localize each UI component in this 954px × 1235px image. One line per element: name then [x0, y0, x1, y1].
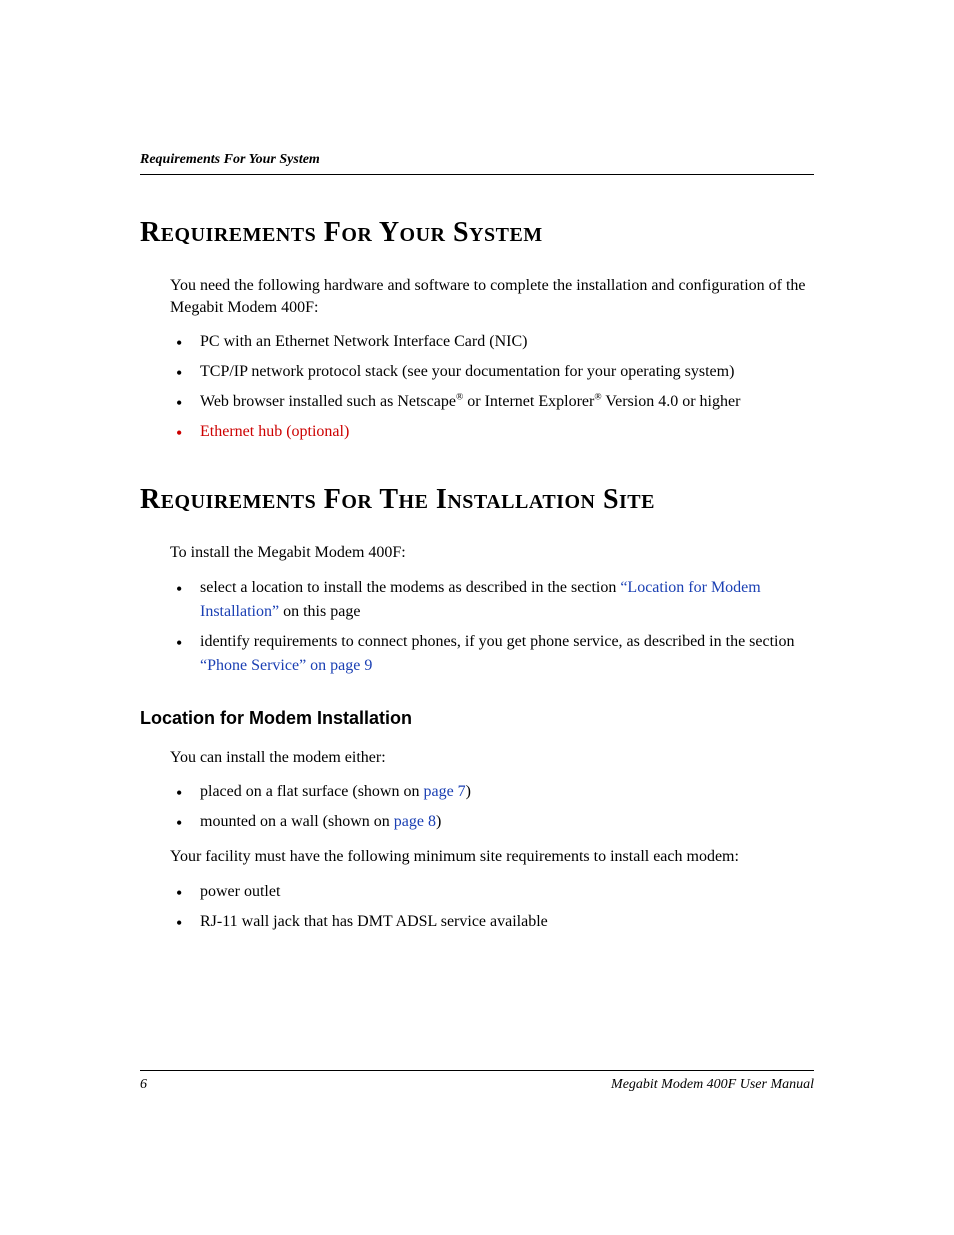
list-item-text: mounted on a wall (shown on	[200, 813, 394, 830]
section-requirements-system: Requirements For Your System You need th…	[140, 217, 814, 444]
bullet-list-site: select a location to install the modems …	[140, 576, 814, 678]
list-item: mounted on a wall (shown on page 8)	[200, 810, 814, 834]
intro-paragraph: You need the following hardware and soft…	[140, 275, 814, 318]
list-item-text: )	[466, 783, 471, 800]
cross-ref-link[interactable]: “Phone Service” on page 9	[200, 657, 372, 674]
list-item: RJ-11 wall jack that has DMT ADSL servic…	[200, 910, 814, 934]
subheading-location: Location for Modem Installation	[140, 708, 814, 729]
body-paragraph: You can install the modem either:	[140, 747, 814, 769]
list-item-text: Web browser installed such as Netscape	[200, 393, 456, 410]
section-requirements-site: Requirements For The Installation Site T…	[140, 484, 814, 934]
bullet-list-system: PC with an Ethernet Network Interface Ca…	[140, 330, 814, 444]
list-item: TCP/IP network protocol stack (see your …	[200, 360, 814, 384]
list-item-text: identify requirements to connect phones,…	[200, 633, 794, 650]
list-item-text: on this page	[279, 603, 360, 620]
list-item-highlight: Ethernet hub (optional)	[200, 420, 814, 444]
manual-title: Megabit Modem 400F User Manual	[611, 1077, 814, 1093]
page-footer: 6 Megabit Modem 400F User Manual	[140, 1070, 814, 1093]
running-header: Requirements For Your System	[140, 152, 814, 175]
list-item: select a location to install the modems …	[200, 576, 814, 624]
document-page: Requirements For Your System Requirement…	[0, 0, 954, 1235]
cross-ref-link[interactable]: page 8	[394, 813, 436, 830]
page-number: 6	[140, 1077, 147, 1093]
list-item-text: Version 4.0 or higher	[602, 393, 741, 410]
registered-mark: ®	[594, 392, 601, 403]
bullet-list-location-options: placed on a flat surface (shown on page …	[140, 780, 814, 834]
list-item: placed on a flat surface (shown on page …	[200, 780, 814, 804]
intro-paragraph: To install the Megabit Modem 400F:	[140, 542, 814, 564]
body-paragraph: Your facility must have the following mi…	[140, 846, 814, 868]
list-item: power outlet	[200, 880, 814, 904]
list-item-text: select a location to install the modems …	[200, 579, 620, 596]
list-item: PC with an Ethernet Network Interface Ca…	[200, 330, 814, 354]
list-item-text: )	[436, 813, 441, 830]
list-item: identify requirements to connect phones,…	[200, 630, 814, 678]
list-item: Web browser installed such as Netscape® …	[200, 390, 814, 414]
list-item-text: placed on a flat surface (shown on	[200, 783, 423, 800]
bullet-list-site-reqs: power outlet RJ-11 wall jack that has DM…	[140, 880, 814, 934]
heading-requirements-system: Requirements For Your System	[140, 217, 814, 249]
heading-requirements-site: Requirements For The Installation Site	[140, 484, 814, 516]
cross-ref-link[interactable]: page 7	[423, 783, 465, 800]
list-item-text: or Internet Explorer	[463, 393, 594, 410]
